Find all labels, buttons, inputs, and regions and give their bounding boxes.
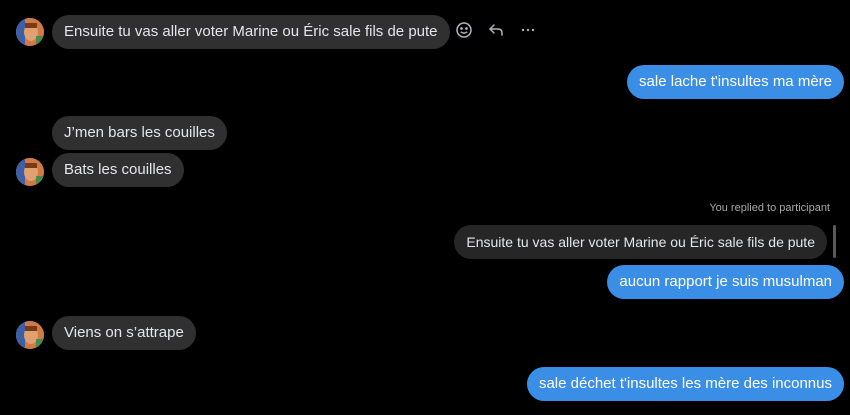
reply-indicator-bar [833, 225, 836, 258]
quoted-message[interactable]: Ensuite tu vas aller voter Marine ou Éri… [454, 225, 827, 259]
chat-thread: Ensuite tu vas aller voter Marine ou Éri… [0, 0, 850, 415]
contact-avatar[interactable] [16, 321, 44, 349]
incoming-message[interactable]: J’men bars les couilles [52, 116, 227, 150]
outgoing-message[interactable]: sale déchet t'insultes les mère des inco… [526, 367, 844, 401]
reply-context-label: You replied to participant [709, 202, 830, 214]
incoming-message[interactable]: Ensuite tu vas aller voter Marine ou Éri… [52, 15, 450, 49]
incoming-message[interactable]: Bats les couilles [52, 153, 184, 187]
contact-avatar[interactable] [16, 158, 44, 186]
outgoing-message[interactable]: sale lache t'insultes ma mère [627, 65, 844, 99]
outgoing-message[interactable]: aucun rapport je suis musulman [607, 265, 844, 299]
reply-icon[interactable] [486, 20, 506, 40]
smiley-icon[interactable] [454, 20, 474, 40]
contact-avatar[interactable] [16, 18, 44, 46]
more-icon[interactable] [518, 20, 538, 40]
incoming-message[interactable]: Viens on s’attrape [52, 316, 196, 350]
